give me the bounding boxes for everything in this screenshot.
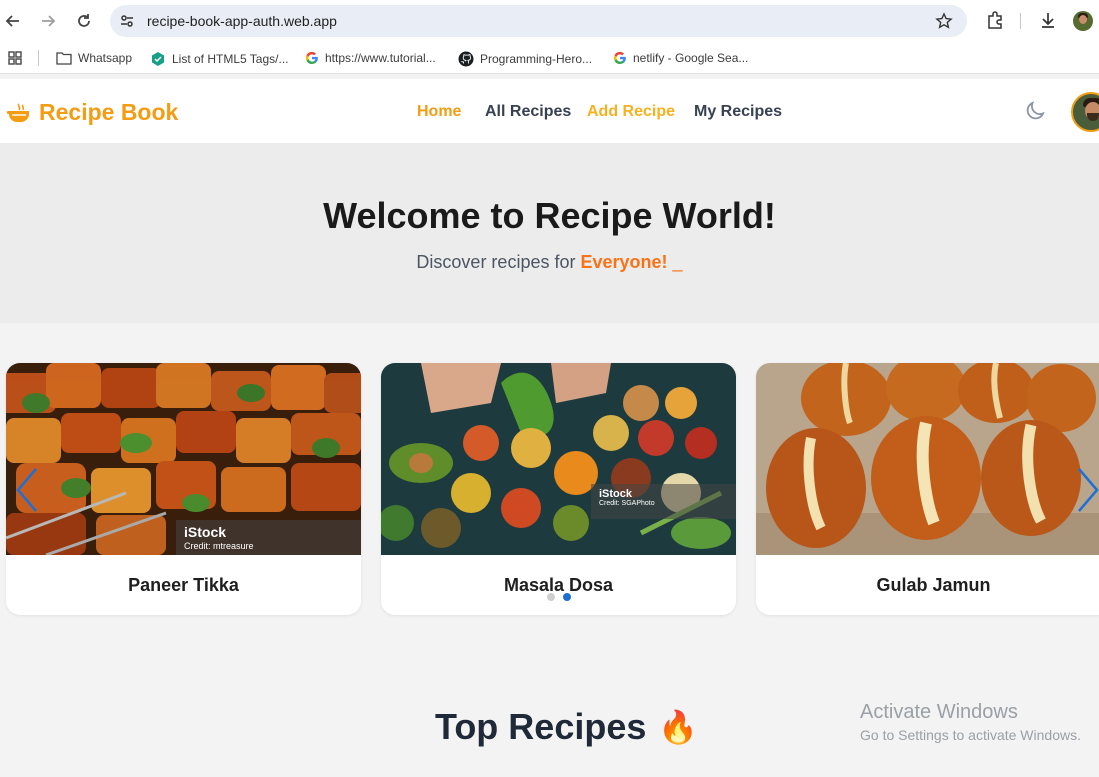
bookmark-programming-hero[interactable]: Programming-Hero...: [458, 51, 592, 67]
pagination-dot-2[interactable]: [563, 593, 571, 601]
app-navbar: Recipe Book Home All Recipes Add Recipe …: [0, 79, 1099, 143]
reload-button[interactable]: [73, 10, 95, 32]
google-icon: [613, 51, 626, 65]
masala-dosa-photo: [381, 363, 736, 555]
cooking-pot-icon: [7, 102, 29, 122]
folder-icon: [56, 52, 72, 65]
back-button[interactable]: [2, 10, 24, 32]
site-icon: [152, 52, 164, 66]
hero-banner: Welcome to Recipe World! Discover recipe…: [0, 143, 1099, 323]
bookmarks-bar: Whatsapp List of HTML5 Tags/... https://…: [0, 42, 1099, 74]
site-settings-icon[interactable]: [119, 13, 135, 29]
typewriter-accent: Everyone!: [580, 252, 668, 272]
toolbar-divider: [1020, 13, 1021, 29]
forward-button[interactable]: [37, 10, 59, 32]
recipe-card-gulab-jamun[interactable]: Gulab Jamun: [756, 363, 1099, 615]
reload-icon: [78, 14, 90, 27]
chevron-right-icon: [1078, 468, 1099, 512]
gulab-jamun-photo: [756, 363, 1099, 555]
image-watermark: iStock Credit: mtreasure: [176, 520, 361, 555]
recipe-card-masala-dosa[interactable]: iStock Credit: SGAPhoto Masala Dosa: [381, 363, 736, 615]
nav-link-add-recipe[interactable]: Add Recipe: [587, 103, 675, 121]
fire-icon: 🔥: [658, 709, 699, 745]
recipe-card-title: Paneer Tikka: [128, 575, 239, 595]
recipe-slider: iStock Credit: mtreasure Paneer Tikka iS…: [0, 323, 1099, 663]
browser-profile-avatar[interactable]: [1073, 11, 1093, 31]
google-icon: [305, 51, 318, 65]
url-text[interactable]: recipe-book-app-auth.web.app: [147, 13, 337, 29]
apps-grid-icon[interactable]: [8, 51, 22, 65]
chevron-left-icon: [16, 468, 37, 512]
brand-logo-link[interactable]: Recipe Book: [7, 99, 178, 126]
image-watermark: iStock Credit: SGAPhoto: [591, 484, 736, 519]
bookmarks-divider: [38, 50, 39, 66]
recipe-image: [756, 363, 1099, 555]
slider-next-button[interactable]: [1073, 465, 1099, 515]
theme-toggle-button[interactable]: [1023, 99, 1047, 123]
windows-activation-watermark: Activate Windows Go to Settings to activ…: [860, 701, 1081, 743]
slider-pagination: [547, 593, 571, 601]
bookmark-netlify[interactable]: netlify - Google Sea...: [613, 51, 748, 65]
hero-title: Welcome to Recipe World!: [323, 195, 776, 236]
back-arrow-icon: [5, 15, 19, 27]
nav-link-all-recipes[interactable]: All Recipes: [485, 103, 571, 121]
bookmark-tutorial[interactable]: https://www.tutorial...: [305, 51, 436, 65]
recipe-image: iStock Credit: mtreasure: [6, 363, 361, 555]
recipe-card-paneer-tikka[interactable]: iStock Credit: mtreasure Paneer Tikka: [6, 363, 361, 615]
slider-prev-button[interactable]: [12, 465, 42, 515]
top-recipes-heading: Top Recipes 🔥: [435, 706, 699, 747]
recipe-image: iStock Credit: SGAPhoto: [381, 363, 736, 555]
bookmark-star-icon[interactable]: [935, 12, 953, 30]
forward-arrow-icon: [42, 15, 56, 27]
github-icon: [458, 51, 474, 67]
address-bar[interactable]: recipe-book-app-auth.web.app: [110, 5, 967, 37]
brand-name: Recipe Book: [39, 99, 179, 125]
browser-toolbar: recipe-book-app-auth.web.app: [0, 0, 1099, 42]
typewriter-cursor: _: [672, 252, 683, 272]
hero-subtitle: Discover recipes for Everyone! _: [416, 252, 683, 272]
pagination-dot-1[interactable]: [547, 593, 555, 601]
nav-link-home[interactable]: Home: [417, 103, 461, 121]
moon-icon: [1026, 101, 1045, 120]
download-icon[interactable]: [1038, 10, 1058, 30]
extensions-icon[interactable]: [985, 10, 1005, 30]
recipe-card-title: Gulab Jamun: [876, 575, 991, 595]
nav-link-my-recipes[interactable]: My Recipes: [694, 103, 782, 121]
bookmark-html5-tags[interactable]: List of HTML5 Tags/...: [150, 51, 289, 67]
bookmark-whatsapp[interactable]: Whatsapp: [56, 51, 132, 65]
